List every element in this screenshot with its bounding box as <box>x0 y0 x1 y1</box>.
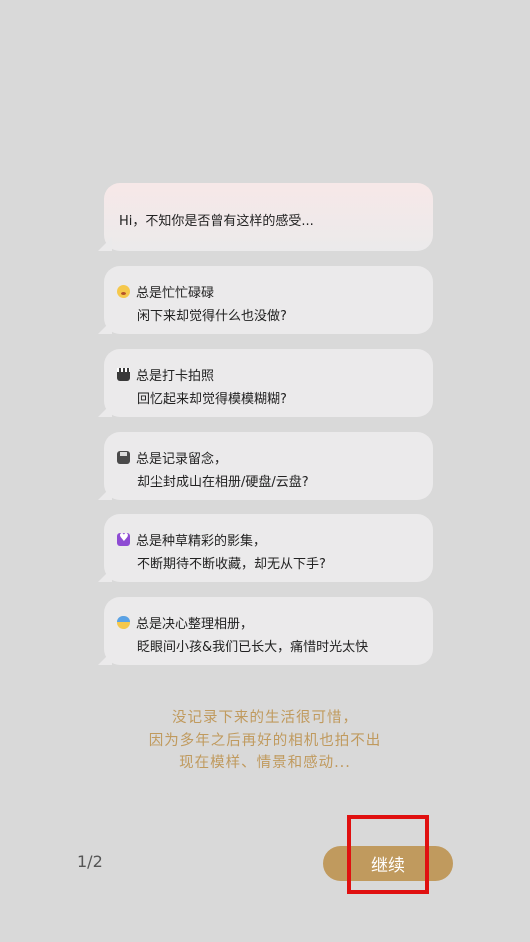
intro-bubble: Hi，不知你是否曾有这样的感受... <box>98 183 433 251</box>
feeling-subtitle: 闲下来却觉得什么也没做? <box>137 309 287 324</box>
clapper-board-icon <box>117 368 130 381</box>
feeling-title: 总是记录留念， <box>136 452 228 467</box>
feeling-subtitle: 回忆起来却觉得模模糊糊? <box>137 392 287 407</box>
dizzy-face-icon <box>117 285 130 298</box>
heart-icon <box>117 531 130 546</box>
feeling-bubble-4: 总是种草精彩的影集， 不断期待不断收藏，却无从下手? <box>98 514 433 582</box>
onboarding-page: Hi，不知你是否曾有这样的感受... 总是忙忙碌碌 闲下来却觉得什么也没做? 总… <box>0 0 530 942</box>
feeling-bubble-5: 总是决心整理相册， 眨眼间小孩&我们已长大，痛惜时光太快 <box>98 597 433 665</box>
feeling-title: 总是忙忙碌碌 <box>136 286 215 301</box>
quote-line-1: 没记录下来的生活很可惜， <box>172 710 358 726</box>
quote-line-2: 因为多年之后再好的相机也拍不出 <box>148 733 382 749</box>
intro-text: Hi，不知你是否曾有这样的感受... <box>119 214 314 229</box>
floppy-disk-icon <box>117 451 130 464</box>
feeling-bubble-1: 总是忙忙碌碌 闲下来却觉得什么也没做? <box>98 266 433 334</box>
feeling-title: 总是决心整理相册， <box>136 617 254 632</box>
feeling-subtitle: 眨眼间小孩&我们已长大，痛惜时光太快 <box>137 640 369 655</box>
feeling-subtitle: 不断期待不断收藏，却无从下手? <box>137 557 326 572</box>
feeling-title: 总是打卡拍照 <box>136 369 215 384</box>
feeling-subtitle: 却尘封成山在相册/硬盘/云盘? <box>137 475 309 490</box>
quote-line-3: 现在模样、情景和感动... <box>179 755 351 771</box>
feeling-bubble-2: 总是打卡拍照 回忆起来却觉得模模糊糊? <box>98 349 433 417</box>
feeling-bubble-3: 总是记录留念， 却尘封成山在相册/硬盘/云盘? <box>98 432 433 500</box>
fearful-face-icon <box>117 616 130 629</box>
continue-button[interactable]: 继续 <box>323 846 453 881</box>
feeling-title: 总是种草精彩的影集， <box>136 534 267 549</box>
page-indicator: 1/2 <box>77 852 103 871</box>
